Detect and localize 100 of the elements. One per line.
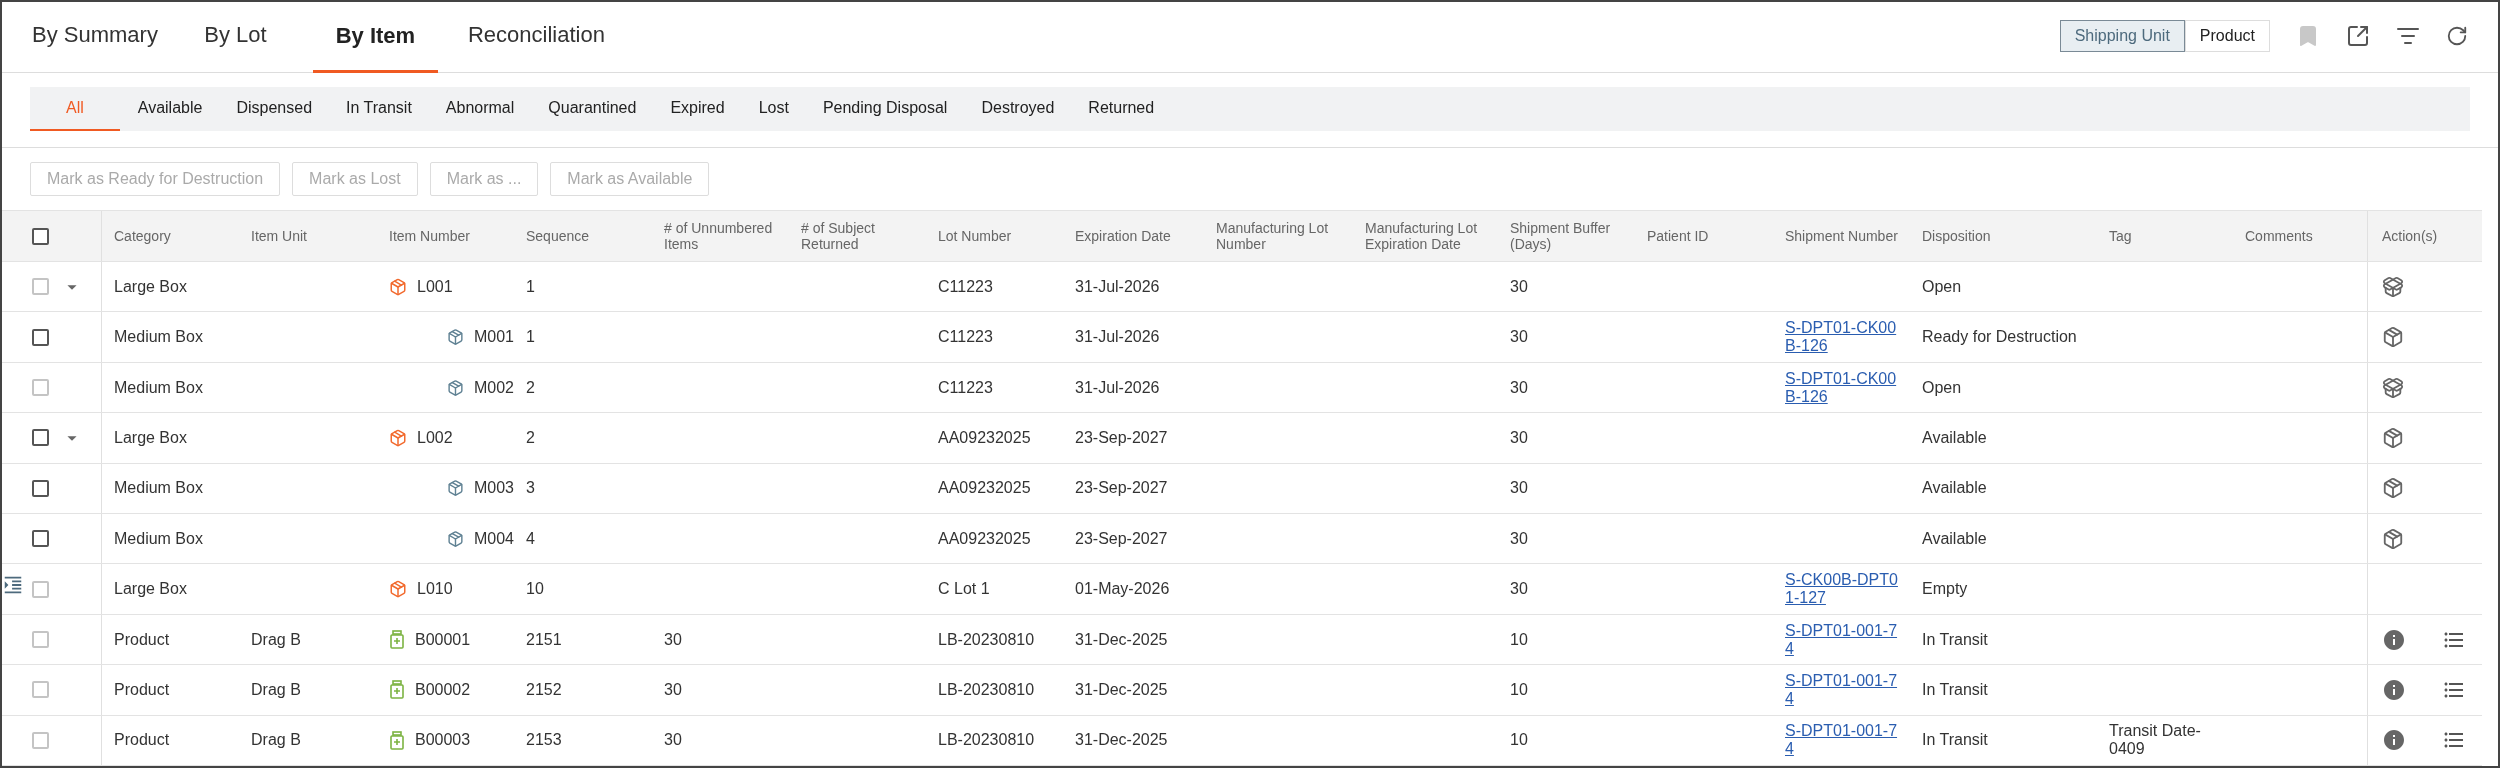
table-cell: M003 — [473, 479, 514, 498]
refresh-icon[interactable] — [2446, 25, 2468, 48]
open-box-icon[interactable] — [2382, 376, 2404, 399]
table-cell: LB-20230810 — [938, 630, 1035, 649]
table-cell: Drag B — [251, 630, 301, 649]
box-icon[interactable] — [2382, 426, 2404, 449]
table-cell: Medium Box — [114, 529, 203, 548]
checkbox[interactable] — [32, 227, 49, 245]
tab[interactable]: By Lot — [187, 18, 283, 73]
column-header: Manufacturing Lot Expiration Date — [1365, 220, 1479, 253]
table-cell: Medium Box — [114, 378, 203, 397]
status-filter[interactable]: Returned — [1072, 87, 1171, 132]
status-filter[interactable]: Pending Disposal — [806, 87, 964, 132]
table-cell: 10 — [1510, 630, 1528, 649]
column-header: Category — [114, 228, 171, 245]
column-header: Lot Number — [938, 228, 1012, 245]
column-header: Shipment Number — [1785, 228, 1898, 245]
column-header: Tag — [2109, 228, 2132, 245]
column-header: # of Unnumbered Items — [664, 220, 774, 253]
table-cell: Drag B — [251, 680, 301, 699]
table-cell: Open — [1922, 277, 1962, 296]
table-cell: 2 — [526, 428, 535, 447]
info-icon[interactable] — [2382, 627, 2406, 652]
shipment-link[interactable]: S-DPT01-001-74 — [1785, 671, 1900, 708]
table-cell: Available — [1922, 479, 1987, 498]
table-cell: 30 — [664, 630, 682, 649]
table-cell: 31-Jul-2026 — [1075, 378, 1160, 397]
table-cell: 30 — [1510, 328, 1528, 347]
table-cell: 1 — [526, 277, 535, 296]
info-icon[interactable] — [2382, 677, 2406, 702]
table-cell: 30 — [1510, 580, 1528, 599]
table-cell: 01-May-2026 — [1075, 580, 1170, 599]
status-filter[interactable]: Abnormal — [429, 87, 531, 132]
column-header: Patient ID — [1647, 228, 1709, 245]
table-cell: L010 — [417, 580, 453, 599]
box-icon[interactable] — [2382, 326, 2404, 349]
status-filter[interactable]: Lost — [742, 87, 805, 132]
status-filter[interactable]: Available — [121, 87, 219, 132]
external-link-icon[interactable] — [2346, 24, 2370, 49]
table-cell: C11223 — [938, 277, 993, 296]
info-icon[interactable] — [2382, 728, 2406, 753]
tab[interactable]: By Summary — [32, 18, 158, 73]
table-cell: In Transit — [1922, 731, 1988, 750]
column-header: Manufacturing Lot Number — [1216, 220, 1330, 253]
table-cell: C11223 — [938, 378, 993, 397]
box-icon[interactable] — [2382, 477, 2404, 500]
table-cell: 31-Dec-2025 — [1075, 630, 1168, 649]
table-cell: 30 — [1510, 529, 1528, 548]
column-header: Comments — [2245, 228, 2313, 245]
checkbox[interactable] — [32, 328, 49, 346]
table-cell: 31-Dec-2025 — [1075, 731, 1168, 750]
status-filter[interactable]: Destroyed — [965, 87, 1071, 132]
open-box-icon[interactable] — [2382, 275, 2404, 298]
status-filter[interactable]: In Transit — [330, 87, 428, 132]
table-cell: 30 — [664, 731, 682, 750]
toggle-button[interactable]: Shipping Unit — [2059, 20, 2185, 53]
tab[interactable]: By Item — [312, 18, 438, 74]
table-cell: Open — [1922, 378, 1962, 397]
table-cell: In Transit — [1922, 680, 1988, 699]
table-cell: AA09232025 — [938, 428, 1031, 447]
toggle-button[interactable]: Product — [2184, 20, 2270, 53]
checkbox[interactable] — [32, 530, 49, 548]
table-cell: LB-20230810 — [938, 731, 1035, 750]
column-header: Disposition — [1922, 228, 1991, 245]
column-header: # of Subject Returned — [801, 220, 876, 253]
table-cell: B00001 — [415, 630, 471, 649]
shipment-link[interactable]: S-CK00B-DPT01-127 — [1785, 571, 1900, 608]
column-header: Action(s) — [2382, 228, 2438, 245]
table-cell: Drag B — [251, 731, 301, 750]
table-cell: 4 — [526, 529, 535, 548]
table-cell: L001 — [417, 277, 453, 296]
shipment-link[interactable]: S-DPT01-CK00B-126 — [1785, 369, 1900, 406]
shipment-link[interactable]: S-DPT01-001-74 — [1785, 621, 1900, 658]
tab[interactable]: Reconciliation — [467, 18, 605, 73]
shipment-link[interactable]: S-DPT01-CK00B-126 — [1785, 319, 1900, 356]
table-cell: 10 — [1510, 680, 1528, 699]
checkbox[interactable] — [32, 429, 49, 447]
table-cell: Medium Box — [114, 479, 203, 498]
table-cell: 2153 — [526, 731, 562, 750]
status-filter[interactable]: Expired — [654, 87, 741, 132]
table-cell: LB-20230810 — [938, 680, 1035, 699]
table-cell: AA09232025 — [938, 479, 1031, 498]
table-cell: 30 — [1510, 277, 1528, 296]
table-cell: 2152 — [526, 680, 562, 699]
box-icon[interactable] — [2382, 527, 2404, 550]
table-cell: M001 — [473, 328, 514, 347]
status-filter[interactable]: Quarantined — [532, 87, 653, 132]
table-cell: 31-Dec-2025 — [1075, 680, 1168, 699]
shipment-link[interactable]: S-DPT01-001-74 — [1785, 722, 1900, 759]
column-header: Item Unit — [251, 228, 307, 245]
table-cell: 30 — [1510, 479, 1528, 498]
table-cell: Large Box — [114, 277, 187, 296]
table-cell: Product — [114, 680, 170, 699]
checkbox[interactable] — [32, 479, 49, 497]
table-cell: L002 — [417, 428, 453, 447]
status-filter[interactable]: Dispensed — [220, 87, 329, 132]
table-cell: Product — [114, 731, 170, 750]
table-cell: AA09232025 — [938, 529, 1031, 548]
table-cell: 31-Jul-2026 — [1075, 328, 1160, 347]
table-cell: 2151 — [526, 630, 562, 649]
